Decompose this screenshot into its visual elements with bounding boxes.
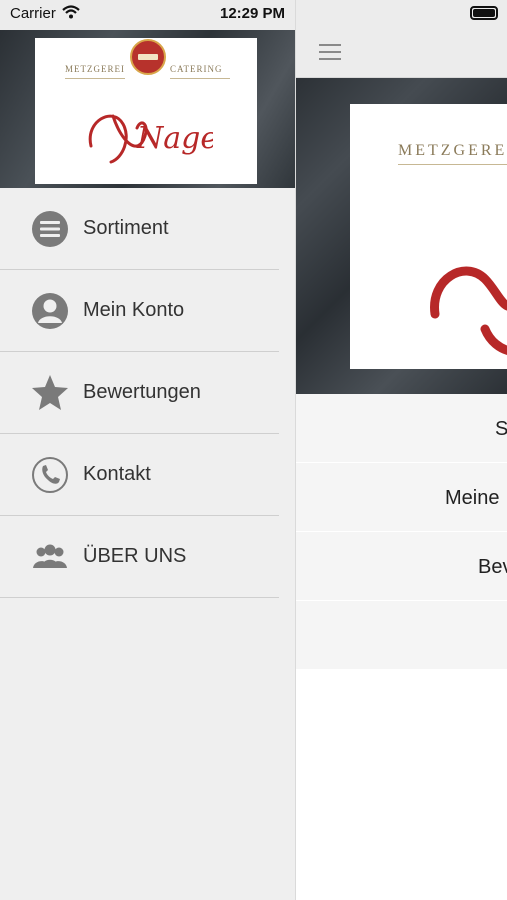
main-list-item[interactable]: Bev <box>295 532 507 601</box>
menu-label: Sortiment <box>83 217 169 239</box>
menu-item-sortiment[interactable]: Sortiment <box>0 188 279 270</box>
logo-left-text: METZGEREI <box>65 64 125 74</box>
menu-item-kontakt[interactable]: Kontakt <box>0 434 279 516</box>
main-logo-text: METZGERE <box>398 142 507 159</box>
main-logo: METZGERE <box>350 104 507 369</box>
main-list-item[interactable]: S <box>295 394 507 463</box>
main-screen: METZGERE S Meine Bev <box>295 0 507 900</box>
status-bar <box>295 0 507 30</box>
logo-script: Nagel! <box>88 114 213 164</box>
main-hero-banner: METZGERE <box>295 78 507 394</box>
menu-label: Mein Konto <box>83 299 185 321</box>
menu-item-ueber-uns[interactable]: ÜBER UNS <box>0 516 279 598</box>
logo-seal-icon <box>130 39 166 75</box>
clock-label: 12:29 PM <box>220 5 286 22</box>
battery-icon <box>470 6 498 20</box>
carrier-label: Carrier <box>10 5 56 22</box>
menu-item-bewertungen[interactable]: Bewertungen <box>0 352 279 434</box>
menu-label: Kontakt <box>83 463 151 485</box>
main-list-item[interactable]: Meine <box>295 463 507 532</box>
menu-item-mein-konto[interactable]: Mein Konto <box>0 270 279 352</box>
logo-right-text: CATERING <box>170 64 223 74</box>
list-circle-icon <box>32 211 68 247</box>
status-bar: Carrier 12:29 PM <box>0 0 295 30</box>
phone-icon <box>32 457 68 493</box>
hamburger-menu-icon[interactable] <box>319 44 341 62</box>
drawer-header-banner: METZGEREI CATERING Nagel! <box>0 30 295 188</box>
logo-script-text: Nagel! <box>136 121 213 156</box>
menu-label: Bewertungen <box>83 381 201 403</box>
main-navbar <box>295 30 507 78</box>
group-icon <box>33 544 67 568</box>
menu-label: ÜBER UNS <box>83 545 187 567</box>
side-drawer: Carrier 12:29 PM METZGEREI CATERING Nage… <box>0 0 295 900</box>
user-circle-icon <box>32 293 68 329</box>
main-list-item <box>295 601 507 669</box>
star-icon <box>32 375 68 410</box>
brand-logo: METZGEREI CATERING Nagel! <box>35 38 257 184</box>
wifi-icon <box>62 5 80 19</box>
main-logo-script <box>430 266 507 355</box>
